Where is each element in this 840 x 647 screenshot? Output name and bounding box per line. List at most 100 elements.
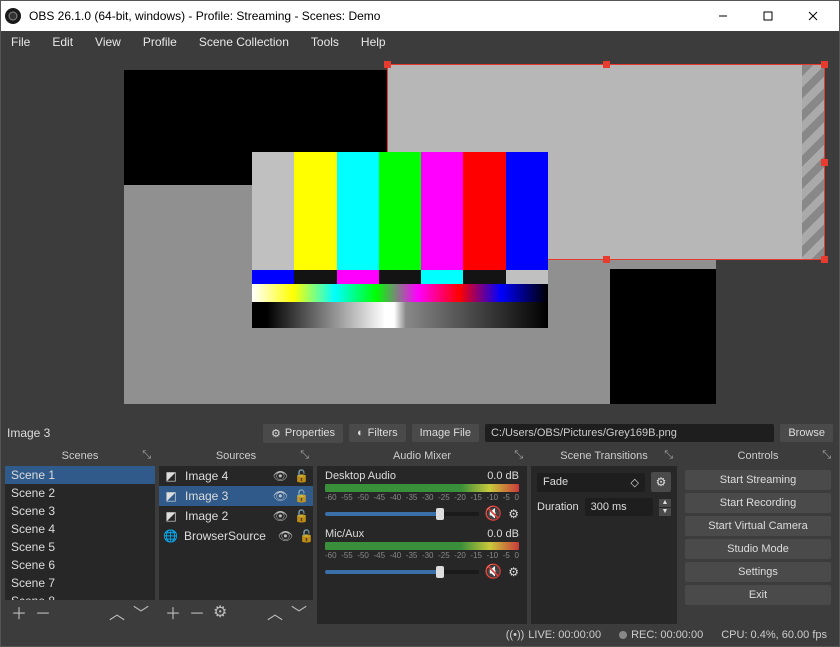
- resize-handle[interactable]: [821, 61, 828, 68]
- add-icon[interactable]: ＋: [165, 600, 181, 624]
- menu-edit[interactable]: Edit: [48, 33, 77, 51]
- transitions-header[interactable]: Scene Transitions ⤡: [531, 446, 677, 466]
- source-item[interactable]: ◩Image 4👁🔓: [159, 466, 313, 486]
- scenes-footer: ＋ － ︿ ﹀: [5, 600, 155, 624]
- test-pattern-source[interactable]: [252, 152, 548, 328]
- control-button-start-virtual-camera[interactable]: Start Virtual Camera: [685, 516, 831, 536]
- preview-canvas[interactable]: [124, 70, 716, 404]
- popout-icon[interactable]: ⤡: [664, 449, 673, 462]
- rec-status: REC: 00:00:00: [619, 629, 703, 641]
- vu-meter: [325, 484, 519, 492]
- scene-item[interactable]: Scene 4: [5, 520, 155, 538]
- lock-icon[interactable]: 🔓: [294, 469, 309, 483]
- lock-icon[interactable]: 🔓: [299, 529, 313, 543]
- control-button-studio-mode[interactable]: Studio Mode: [685, 539, 831, 559]
- maximize-button[interactable]: [745, 2, 790, 30]
- controls-panel: Controls ⤡ Start Streaming Start Recordin…: [681, 446, 835, 624]
- control-button-start-recording[interactable]: Start Recording: [685, 493, 831, 513]
- vu-meter: [325, 542, 519, 550]
- control-button-exit[interactable]: Exit: [685, 585, 831, 605]
- mixer-header[interactable]: Audio Mixer ⤡: [317, 446, 527, 466]
- control-button-start-streaming[interactable]: Start Streaming: [685, 470, 831, 490]
- channel-settings-icon[interactable]: ⚙: [508, 565, 519, 579]
- image-file-path[interactable]: C:/Users/OBS/Pictures/Grey169B.png: [485, 424, 774, 442]
- resize-handle[interactable]: [603, 61, 610, 68]
- sources-list[interactable]: ◩Image 4👁🔓◩Image 3👁🔓◩Image 2👁🔓🌐BrowserSo…: [159, 466, 313, 600]
- popout-icon[interactable]: ⤡: [300, 449, 309, 462]
- transitions-body: Fade ◇ ⚙ Duration 300 ms ▲▼: [531, 466, 677, 624]
- scene-item[interactable]: Scene 6: [5, 556, 155, 574]
- resize-handle[interactable]: [384, 61, 391, 68]
- resize-handle[interactable]: [603, 256, 610, 263]
- control-button-settings[interactable]: Settings: [685, 562, 831, 582]
- source-name: Image 4: [185, 469, 228, 483]
- menu-tools[interactable]: Tools: [307, 33, 343, 51]
- menu-help[interactable]: Help: [357, 33, 390, 51]
- remove-icon[interactable]: －: [35, 600, 51, 624]
- minimize-button[interactable]: [700, 2, 745, 30]
- move-down-icon[interactable]: ﹀: [291, 600, 307, 624]
- close-button[interactable]: [790, 2, 835, 30]
- transitions-title: Scene Transitions: [560, 450, 647, 462]
- menu-scene-collection[interactable]: Scene Collection: [195, 33, 293, 51]
- popout-icon[interactable]: ⤡: [822, 449, 831, 462]
- remove-icon[interactable]: －: [189, 600, 205, 624]
- controls-header[interactable]: Controls ⤡: [681, 446, 835, 466]
- scene-item[interactable]: Scene 5: [5, 538, 155, 556]
- mute-icon[interactable]: 🔇: [485, 563, 502, 580]
- preview-area[interactable]: [1, 53, 839, 420]
- channel-settings-icon[interactable]: ⚙: [508, 507, 519, 521]
- broadcast-icon: ((•)): [506, 629, 525, 641]
- move-up-icon[interactable]: ︿: [109, 600, 125, 624]
- window-title: OBS 26.1.0 (64-bit, windows) - Profile: …: [29, 9, 380, 23]
- chevron-updown-icon: ◇: [631, 476, 639, 489]
- scenes-header[interactable]: Scenes ⤡: [5, 446, 155, 466]
- visibility-icon[interactable]: 👁: [273, 489, 288, 503]
- gear-icon[interactable]: ⚙: [213, 602, 227, 622]
- scenes-panel: Scenes ⤡ Scene 1Scene 2Scene 3Scene 4Sce…: [5, 446, 155, 624]
- selected-source-label: Image 3: [7, 426, 257, 440]
- duration-label: Duration: [537, 501, 579, 513]
- properties-button[interactable]: ⚙ Properties: [263, 424, 343, 443]
- menu-view[interactable]: View: [91, 33, 125, 51]
- scenes-list[interactable]: Scene 1Scene 2Scene 3Scene 4Scene 5Scene…: [5, 466, 155, 600]
- menu-profile[interactable]: Profile: [139, 33, 181, 51]
- scene-item[interactable]: Scene 1: [5, 466, 155, 484]
- menu-file[interactable]: File: [7, 33, 34, 51]
- scene-item[interactable]: Scene 2: [5, 484, 155, 502]
- sources-header[interactable]: Sources ⤡: [159, 446, 313, 466]
- volume-slider[interactable]: [325, 570, 479, 574]
- visibility-icon[interactable]: 👁: [273, 509, 288, 523]
- add-icon[interactable]: ＋: [11, 600, 27, 624]
- sources-title: Sources: [216, 450, 256, 462]
- move-up-icon[interactable]: ︿: [267, 600, 283, 624]
- lock-icon[interactable]: 🔓: [294, 509, 309, 523]
- mixer-title: Audio Mixer: [393, 450, 451, 462]
- source-item[interactable]: ◩Image 2👁🔓: [159, 506, 313, 526]
- scene-item[interactable]: Scene 7: [5, 574, 155, 592]
- resize-handle[interactable]: [821, 256, 828, 263]
- transition-select[interactable]: Fade ◇: [537, 473, 645, 492]
- lock-icon[interactable]: 🔓: [294, 489, 309, 503]
- image-icon: ◩: [163, 508, 179, 524]
- source-item[interactable]: 🌐BrowserSource👁🔓: [159, 526, 313, 546]
- filters-button[interactable]: ◐ Filters: [349, 424, 406, 442]
- transition-settings-button[interactable]: ⚙: [651, 472, 671, 492]
- app-icon: [5, 8, 21, 24]
- duration-input[interactable]: 300 ms: [585, 498, 653, 516]
- mute-icon[interactable]: 🔇: [485, 505, 502, 522]
- popout-icon[interactable]: ⤡: [514, 449, 523, 462]
- duration-spinner[interactable]: ▲▼: [659, 499, 671, 516]
- source-item[interactable]: ◩Image 3👁🔓: [159, 486, 313, 506]
- scene-item[interactable]: Scene 8: [5, 592, 155, 600]
- resize-handle[interactable]: [821, 159, 828, 166]
- visibility-icon[interactable]: 👁: [273, 469, 288, 483]
- volume-slider[interactable]: [325, 512, 479, 516]
- popout-icon[interactable]: ⤡: [142, 449, 151, 462]
- meter-ticks: -60-55-50-45-40-35-30-25-20-15-10-50: [325, 493, 519, 502]
- titlebar[interactable]: OBS 26.1.0 (64-bit, windows) - Profile: …: [1, 1, 839, 31]
- visibility-icon[interactable]: 👁: [278, 529, 293, 543]
- scene-item[interactable]: Scene 3: [5, 502, 155, 520]
- browse-button[interactable]: Browse: [780, 424, 833, 442]
- move-down-icon[interactable]: ﹀: [133, 600, 149, 624]
